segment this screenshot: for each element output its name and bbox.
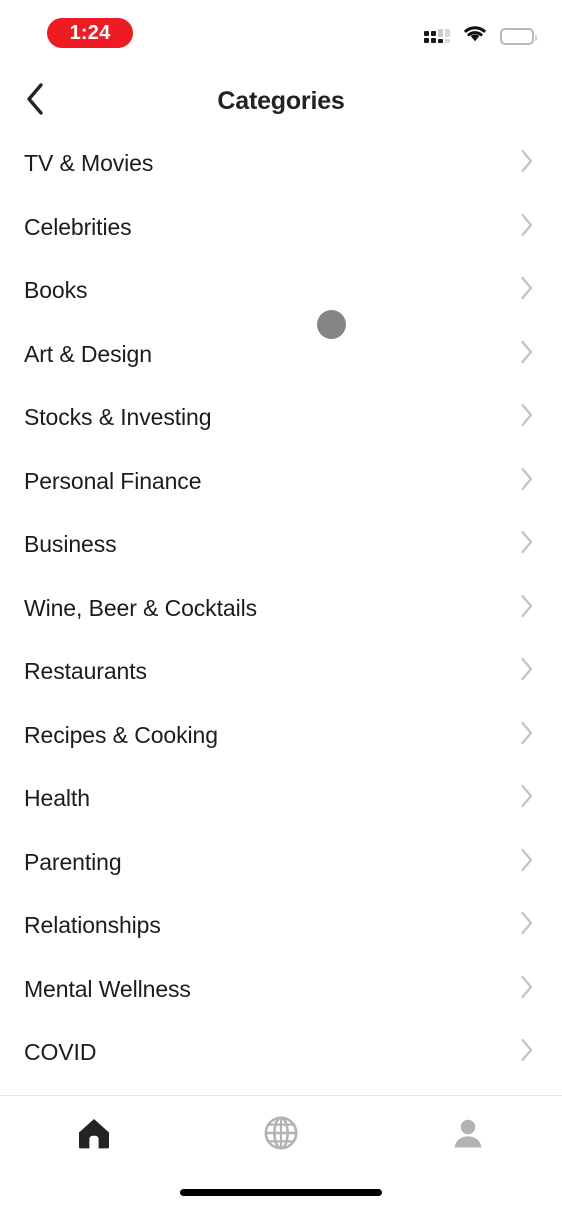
- list-item-label: Business: [24, 531, 117, 558]
- signal-dots-icon: [424, 29, 450, 43]
- chevron-right-icon: [520, 848, 534, 877]
- list-item[interactable]: Health: [0, 767, 562, 831]
- status-indicators: [424, 24, 537, 48]
- wifi-icon: [462, 24, 488, 48]
- list-item-label: Books: [24, 277, 88, 304]
- list-item-label: Personal Finance: [24, 467, 202, 494]
- list-item-label: Mental Wellness: [24, 975, 191, 1002]
- chevron-right-icon: [520, 340, 534, 369]
- list-item[interactable]: TV & Movies: [0, 132, 562, 196]
- list-item[interactable]: Restaurants: [0, 640, 562, 704]
- chevron-right-icon: [520, 530, 534, 559]
- chevron-right-icon: [520, 467, 534, 496]
- list-item[interactable]: Parenting: [0, 830, 562, 894]
- list-item[interactable]: Stocks & Investing: [0, 386, 562, 450]
- page-title: Categories: [217, 87, 345, 115]
- list-item-label: Parenting: [24, 848, 122, 875]
- app-header: Categories: [0, 70, 562, 132]
- nav-item-discover[interactable]: [187, 1110, 374, 1160]
- chevron-right-icon: [520, 1038, 534, 1067]
- home-icon: [76, 1116, 112, 1155]
- list-item-label: Art & Design: [24, 340, 152, 367]
- chevron-right-icon: [520, 911, 534, 940]
- chevron-right-icon: [520, 975, 534, 1004]
- list-item[interactable]: Mental Wellness: [0, 957, 562, 1021]
- chevron-right-icon: [520, 594, 534, 623]
- nav-item-home[interactable]: [0, 1110, 187, 1160]
- chevron-right-icon: [520, 403, 534, 432]
- nav-item-profile[interactable]: [375, 1110, 562, 1160]
- person-icon: [451, 1116, 485, 1155]
- list-item[interactable]: COVID: [0, 1021, 562, 1085]
- list-item-label: TV & Movies: [24, 150, 154, 177]
- chevron-right-icon: [520, 657, 534, 686]
- status-time-pill: 1:24: [47, 18, 133, 48]
- list-item[interactable]: Recipes & Cooking: [0, 703, 562, 767]
- battery-low-icon: [500, 27, 537, 45]
- status-bar: 1:24: [0, 0, 562, 70]
- chevron-right-icon: [520, 149, 534, 178]
- chevron-right-icon: [520, 721, 534, 750]
- home-indicator: [180, 1189, 382, 1196]
- list-item-label: Celebrities: [24, 213, 132, 240]
- list-item[interactable]: Personal Finance: [0, 449, 562, 513]
- globe-icon: [262, 1114, 300, 1157]
- chevron-right-icon: [520, 784, 534, 813]
- list-item[interactable]: Relationships: [0, 894, 562, 958]
- category-list: TV & Movies Celebrities Books Art & Design S…: [0, 132, 562, 1095]
- list-item[interactable]: Wine, Beer & Cocktails: [0, 576, 562, 640]
- list-item[interactable]: Art & Design: [0, 322, 562, 386]
- list-item[interactable]: Celebrities: [0, 195, 562, 259]
- list-item[interactable]: Business: [0, 513, 562, 577]
- list-item-label: Wine, Beer & Cocktails: [24, 594, 257, 621]
- list-item-label: Stocks & Investing: [24, 404, 212, 431]
- chevron-right-icon: [520, 213, 534, 242]
- list-item[interactable]: Books: [0, 259, 562, 323]
- status-time: 1:24: [69, 21, 111, 44]
- chevron-right-icon: [520, 276, 534, 305]
- list-item-label: Relationships: [24, 912, 161, 939]
- bottom-navigation-bar: [0, 1095, 562, 1218]
- list-item-label: COVID: [24, 1039, 97, 1066]
- list-item-label: Restaurants: [24, 658, 147, 685]
- list-item-label: Recipes & Cooking: [24, 721, 218, 748]
- list-item-label: Health: [24, 785, 90, 812]
- phone-screen: 1:24 Categories TV & Movies Celebrities …: [0, 0, 562, 1218]
